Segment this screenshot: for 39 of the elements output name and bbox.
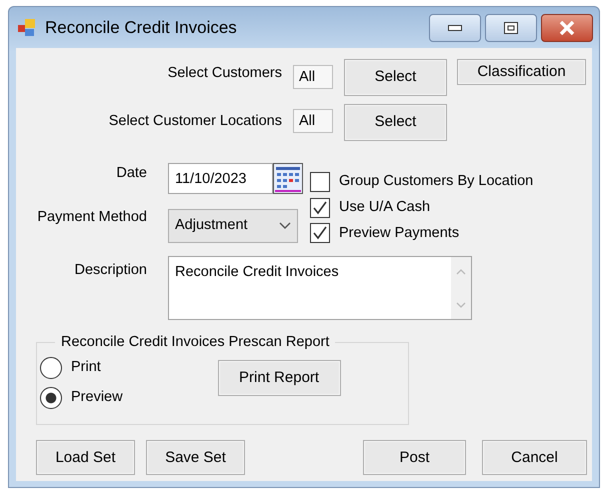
- field-label: Description: [73, 261, 147, 280]
- radio-label: Print: [71, 358, 101, 378]
- select-button[interactable]: Select: [344, 59, 447, 96]
- dialog-button[interactable]: Save Set: [146, 440, 245, 476]
- print-report-button[interactable]: Print Report: [218, 360, 341, 396]
- checkbox-label: Group Customers By Location: [339, 172, 534, 191]
- restore-button[interactable]: [485, 14, 537, 42]
- value-field: All: [293, 65, 333, 89]
- radio-button[interactable]: [40, 357, 62, 380]
- app-icon: [17, 18, 37, 38]
- dialog-button[interactable]: Post: [363, 440, 466, 476]
- date-field[interactable]: 11/10/2023: [168, 163, 273, 194]
- minimize-icon: [448, 24, 462, 30]
- checkbox-label: Use U/A Cash: [339, 198, 430, 217]
- window-title: Reconcile Credit Invoices: [45, 16, 237, 39]
- payment-dropdown[interactable]: Adjustment: [168, 209, 298, 244]
- restore-icon: [504, 22, 518, 34]
- classification-button[interactable]: Classification: [457, 59, 586, 85]
- scrollbar-drawing: [451, 257, 471, 320]
- calendar-icon[interactable]: [273, 163, 303, 194]
- radio-button[interactable]: [40, 387, 62, 410]
- dialog-button[interactable]: Cancel: [482, 440, 587, 476]
- field-label: Date: [116, 164, 147, 183]
- dialog-button[interactable]: Load Set: [36, 440, 135, 476]
- value-field: All: [293, 109, 333, 133]
- chevron-down-icon: [279, 222, 291, 230]
- description-field[interactable]: Reconcile Credit Invoices: [168, 256, 472, 320]
- checkbox[interactable]: [310, 172, 330, 192]
- checkbox[interactable]: [310, 223, 330, 244]
- minimize-button[interactable]: [429, 14, 481, 42]
- field-label: Select Customers: [166, 64, 282, 83]
- checkbox[interactable]: [310, 198, 330, 218]
- close-button[interactable]: [541, 14, 593, 42]
- checkbox-label: Preview Payments: [339, 224, 460, 242]
- field-label: Select Customer Locations: [108, 112, 282, 131]
- select-button[interactable]: Select: [344, 104, 447, 141]
- radio-label: Preview: [71, 388, 123, 408]
- field-label: Payment Method: [37, 208, 147, 228]
- close-icon: [559, 20, 575, 34]
